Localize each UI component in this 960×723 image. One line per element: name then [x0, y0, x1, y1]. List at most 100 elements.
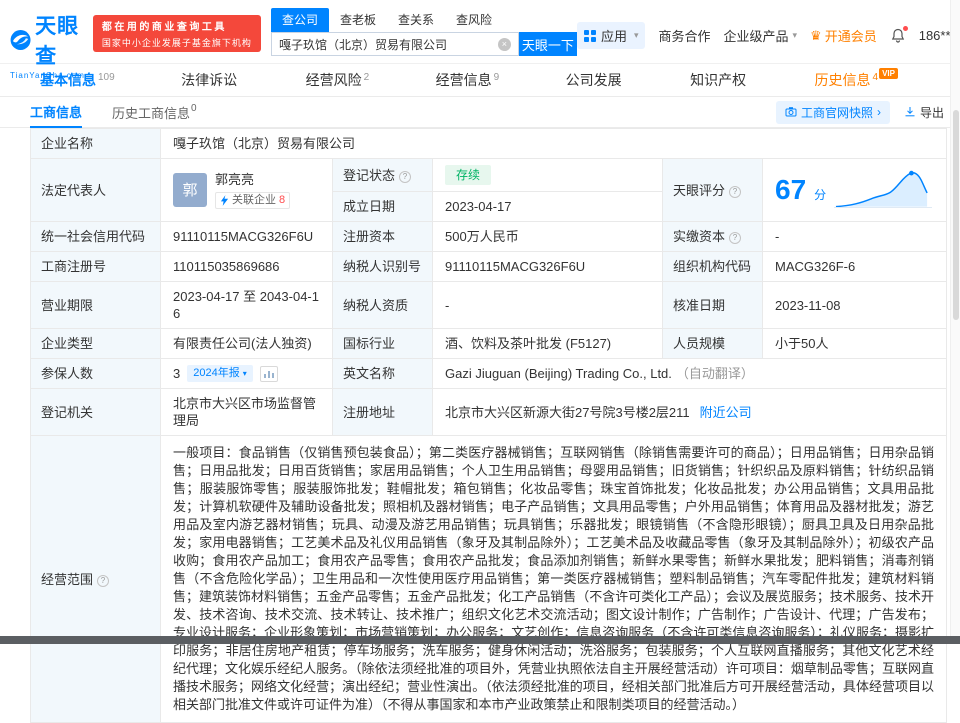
notification-dot	[902, 25, 908, 31]
mini-bar-chart-icon	[263, 370, 274, 378]
business-cooperation-link[interactable]: 商务合作	[658, 26, 710, 45]
search-input[interactable]	[278, 37, 498, 51]
brand-name: 天眼查	[35, 15, 80, 68]
table-row: 营业期限 2023-04-17 至 2043-04-16 纳税人资质 - 核准日…	[30, 281, 947, 329]
tab-legal-litigation-label: 法律诉讼	[181, 72, 238, 88]
insured-count-value: 3	[173, 366, 181, 381]
search-tabs: 查公司 查老板 查关系 查风险	[270, 8, 577, 32]
chevron-right-icon: ›	[876, 105, 881, 119]
apps-menu[interactable]: 应用 ▾	[576, 22, 646, 49]
info-icon[interactable]: ?	[729, 232, 742, 244]
annual-report-tag-label: 2024年报	[193, 367, 240, 379]
table-row: 经营范围? 一般项目：食品销售（仅销售预包装食品）；第二类医疗器械销售；互联网销…	[30, 435, 947, 723]
export-button[interactable]: 导出	[904, 104, 944, 121]
search-area: 查公司 查老板 查关系 查风险 × 天眼一下	[270, 8, 577, 56]
business-term-value: 2023-04-17 至 2043-04-16	[160, 281, 333, 329]
official-snapshot-label: 工商官网快照	[800, 105, 873, 120]
company-info-table: 企业名称 嘎子玖馆（北京）贸易有限公司 法定代表人 郭 郭亮亮 关联企业 8 登…	[30, 128, 947, 723]
tab-operation-risk-label: 经营风险	[305, 72, 362, 88]
legal-rep-name[interactable]: 郭亮亮	[215, 171, 290, 188]
open-vip-button[interactable]: ♛ 开通会员	[810, 26, 877, 45]
search-box: ×	[270, 32, 519, 56]
table-row: 统一社会信用代码 91110115MACG326F6U 注册资本 500万人民币…	[30, 221, 947, 252]
insured-count-label: 参保人数	[30, 358, 161, 389]
industry-label: 国标行业	[332, 328, 433, 359]
score-unit: 分	[814, 187, 827, 202]
scrollbar-thumb[interactable]	[953, 110, 959, 320]
taxpayer-quality-value: -	[432, 281, 663, 329]
reg-status-label: 登记状态?	[332, 158, 433, 192]
legal-rep-tag-count: 8	[279, 194, 286, 206]
taxpayer-quality-label: 纳税人资质	[332, 281, 433, 329]
export-label: 导出	[919, 105, 944, 120]
score-cell: 67 分	[762, 158, 947, 222]
english-name-cell: Gazi Jiuguan (Beijing) Trading Co., Ltd.…	[432, 358, 947, 389]
approval-date-value: 2023-11-08	[762, 281, 947, 329]
legal-rep-cell: 郭 郭亮亮 关联企业 8	[160, 158, 333, 222]
paid-capital-label: 实缴资本?	[662, 221, 763, 252]
apps-label: 应用	[600, 29, 627, 44]
insured-trend-icon[interactable]	[259, 365, 278, 382]
establish-date-label: 成立日期	[332, 191, 433, 222]
subtab-history-label: 历史工商信息	[112, 105, 191, 121]
company-name-label: 企业名称	[30, 128, 161, 159]
company-type-label: 企业类型	[30, 328, 161, 359]
english-name-label: 英文名称	[332, 358, 433, 389]
tab-operation-info[interactable]: 经营信息 9	[436, 70, 500, 90]
clear-search-icon[interactable]: ×	[497, 37, 511, 51]
staff-size-value: 小于50人	[762, 328, 947, 359]
official-snapshot-button[interactable]: 工商官网快照 ›	[775, 100, 890, 124]
search-tab-boss[interactable]: 查老板	[329, 8, 387, 32]
reg-address-label: 注册地址	[332, 388, 433, 436]
slogan-line2: 国家中小企业发展子基金旗下机构	[101, 38, 252, 48]
business-scope-value: 一般项目：食品销售（仅销售预包装食品）；第二类医疗器械销售；互联网销售（除销售需…	[160, 435, 947, 723]
tab-legal-litigation[interactable]: 法律诉讼	[181, 70, 239, 90]
tab-operation-info-label: 经营信息	[435, 72, 492, 88]
subtab-business-info[interactable]: 工商信息	[30, 97, 83, 128]
tab-basic-info[interactable]: 基本信息 109	[40, 70, 115, 90]
legal-rep-related-companies-tag[interactable]: 关联企业 8	[215, 192, 291, 209]
score-label: 天眼评分?	[662, 158, 763, 222]
subtab-history-business-info[interactable]: 历史工商信息 0	[112, 97, 197, 127]
top-header: 天眼查 TianYanCha.com 都在用的商业查询工具 国家中小企业发展子基…	[0, 0, 960, 80]
subtab-actions: 工商官网快照 › 导出	[775, 97, 944, 127]
apps-grid-icon	[583, 29, 596, 42]
legal-rep-avatar[interactable]: 郭	[173, 173, 207, 207]
tab-operation-risk[interactable]: 经营风险 2	[306, 70, 370, 90]
tab-intellectual-property[interactable]: 知识产权	[690, 70, 748, 90]
search-tab-company[interactable]: 查公司	[270, 8, 329, 32]
business-scope-label-text: 经营范围	[41, 571, 94, 587]
info-icon[interactable]: ?	[729, 185, 742, 198]
notifications-button[interactable]	[890, 25, 908, 44]
reg-authority-label: 登记机关	[30, 388, 161, 436]
table-row: 法定代表人 郭 郭亮亮 关联企业 8 登记状态 ? 存续 天眼评分 ? 67 分	[30, 158, 947, 222]
slogan-line1: 都在用的商业查询工具	[101, 22, 227, 33]
info-icon[interactable]: ?	[399, 170, 412, 183]
company-name-value: 嘎子玖馆（北京）贸易有限公司	[160, 128, 947, 159]
legal-rep-tag-label: 关联企业	[232, 194, 276, 206]
credit-code-value: 91110115MACG326F6U	[160, 221, 333, 252]
tab-company-development[interactable]: 公司发展	[566, 70, 624, 90]
search-tab-relation[interactable]: 查关系	[387, 8, 445, 32]
search-button[interactable]: 天眼一下	[518, 32, 577, 56]
tab-count: 109	[98, 72, 115, 83]
enterprise-products-menu[interactable]: 企业级产品 ▾	[724, 26, 798, 45]
vertical-scrollbar[interactable]	[950, 0, 960, 644]
tianyancha-logo-icon	[10, 30, 31, 50]
taxpayer-id-label: 纳税人识别号	[332, 251, 433, 282]
reg-address-cell: 北京市大兴区新源大街27号院3号楼2层211 附近公司	[432, 388, 947, 436]
table-row: 企业名称 嘎子玖馆（北京）贸易有限公司	[30, 128, 947, 159]
reg-authority-value: 北京市大兴区市场监督管理局	[160, 388, 333, 436]
nearby-companies-link[interactable]: 附近公司	[700, 405, 752, 420]
tab-count: 9	[493, 72, 500, 83]
info-icon[interactable]: ?	[97, 574, 110, 587]
tab-history-info[interactable]: 历史信息 4 VIP	[815, 68, 898, 90]
business-scope-label: 经营范围?	[30, 435, 161, 723]
annual-report-tag[interactable]: 2024年报 ▾	[187, 365, 253, 382]
subtab-business-info-label: 工商信息	[30, 105, 83, 120]
search-tab-risk[interactable]: 查风险	[445, 8, 503, 32]
caret-down-icon: ▾	[633, 30, 639, 40]
reg-number-label: 工商注册号	[30, 251, 161, 282]
reg-number-value: 110115035869686	[160, 251, 333, 282]
reg-capital-label: 注册资本	[332, 221, 433, 252]
